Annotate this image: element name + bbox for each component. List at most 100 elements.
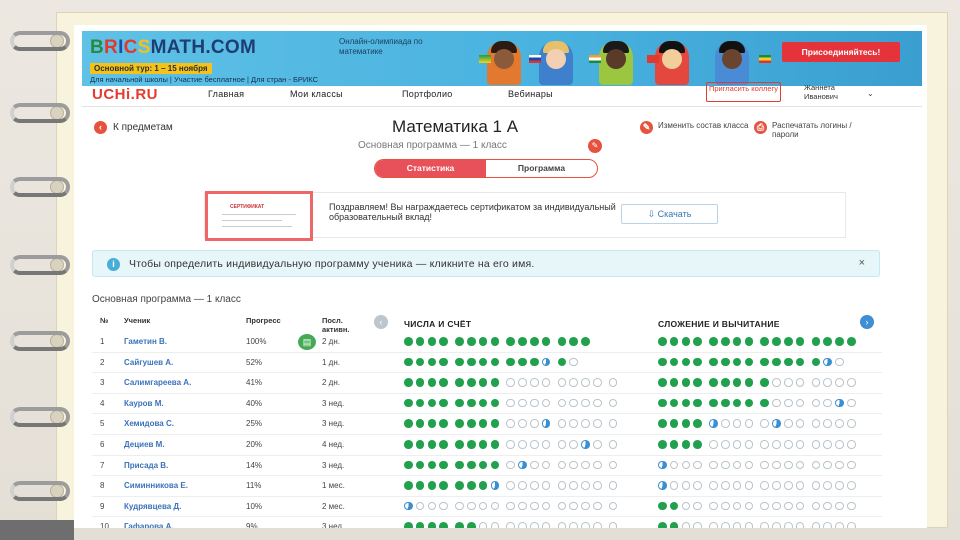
student-name-link[interactable]: Кауров М. (124, 399, 164, 408)
lesson-complete-dot[interactable] (439, 481, 448, 490)
lesson-empty-dot[interactable] (732, 501, 742, 511)
lesson-empty-dot[interactable] (518, 481, 527, 490)
lesson-empty-dot[interactable] (518, 440, 527, 449)
lesson-complete-dot[interactable] (467, 440, 476, 449)
lesson-complete-dot[interactable] (455, 419, 464, 428)
lesson-complete-dot[interactable] (669, 337, 679, 346)
lesson-complete-dot[interactable] (404, 378, 413, 387)
lesson-partial-dot[interactable] (518, 460, 527, 470)
lesson-empty-dot[interactable] (744, 522, 754, 528)
lesson-complete-dot[interactable] (415, 440, 425, 449)
lesson-empty-dot[interactable] (811, 440, 821, 449)
nav-item-my-classes[interactable]: Мои классы (290, 89, 343, 99)
student-name-link[interactable]: Гаметин В. (124, 337, 167, 346)
bricsmath-banner[interactable]: BRICSMATH.COM Онлайн-олимпиада по матема… (82, 31, 922, 86)
lesson-empty-dot[interactable] (593, 460, 602, 470)
lesson-complete-dot[interactable] (530, 337, 539, 346)
lesson-empty-dot[interactable] (478, 522, 488, 528)
lesson-empty-dot[interactable] (823, 460, 832, 470)
lesson-empty-dot[interactable] (593, 501, 602, 511)
lesson-complete-dot[interactable] (784, 357, 793, 367)
lesson-complete-dot[interactable] (658, 398, 667, 408)
lesson-complete-dot[interactable] (490, 378, 500, 387)
student-name-link[interactable]: Присада В. (124, 461, 168, 470)
lesson-complete-dot[interactable] (478, 481, 488, 490)
nav-item-portfolio[interactable]: Портфолио (402, 89, 453, 99)
back-to-subjects-link[interactable]: ‹ К предметам (94, 121, 173, 134)
lesson-complete-dot[interactable] (693, 419, 702, 428)
lesson-complete-dot[interactable] (681, 398, 691, 408)
student-name-link[interactable]: Салимгареева А. (124, 378, 191, 387)
lesson-complete-dot[interactable] (404, 440, 413, 449)
lesson-empty-dot[interactable] (721, 440, 730, 449)
lesson-empty-dot[interactable] (721, 481, 730, 490)
lesson-complete-dot[interactable] (721, 398, 730, 408)
lesson-complete-dot[interactable] (478, 337, 488, 346)
lesson-partial-dot[interactable] (835, 398, 844, 408)
lesson-complete-dot[interactable] (744, 357, 754, 367)
lesson-empty-dot[interactable] (784, 440, 793, 449)
lesson-empty-dot[interactable] (506, 460, 515, 470)
lesson-complete-dot[interactable] (439, 460, 448, 470)
lesson-complete-dot[interactable] (709, 337, 718, 346)
lesson-empty-dot[interactable] (823, 522, 832, 528)
lesson-complete-dot[interactable] (681, 440, 691, 449)
lesson-empty-dot[interactable] (490, 501, 500, 511)
lesson-complete-dot[interactable] (415, 419, 425, 428)
lesson-empty-dot[interactable] (709, 440, 718, 449)
lesson-empty-dot[interactable] (835, 419, 844, 428)
lesson-empty-dot[interactable] (835, 440, 844, 449)
lesson-empty-dot[interactable] (835, 522, 844, 528)
lesson-complete-dot[interactable] (847, 337, 856, 346)
lesson-empty-dot[interactable] (608, 398, 618, 408)
lesson-empty-dot[interactable] (795, 481, 805, 490)
lesson-empty-dot[interactable] (518, 522, 527, 528)
lesson-complete-dot[interactable] (811, 357, 821, 367)
lesson-empty-dot[interactable] (557, 398, 567, 408)
lesson-empty-dot[interactable] (835, 501, 844, 511)
lesson-complete-dot[interactable] (658, 501, 667, 511)
lesson-empty-dot[interactable] (795, 419, 805, 428)
lesson-empty-dot[interactable] (835, 460, 844, 470)
lesson-empty-dot[interactable] (569, 481, 578, 490)
lesson-complete-dot[interactable] (439, 378, 448, 387)
lesson-empty-dot[interactable] (569, 357, 578, 367)
lesson-empty-dot[interactable] (760, 460, 769, 470)
lesson-empty-dot[interactable] (847, 522, 856, 528)
lesson-empty-dot[interactable] (530, 501, 539, 511)
user-menu[interactable]: Жаннета Иванович (804, 83, 838, 101)
lesson-empty-dot[interactable] (823, 398, 832, 408)
lesson-complete-dot[interactable] (669, 522, 679, 528)
lesson-empty-dot[interactable] (569, 501, 578, 511)
lesson-empty-dot[interactable] (811, 419, 821, 428)
lesson-empty-dot[interactable] (593, 440, 602, 449)
lesson-complete-dot[interactable] (709, 378, 718, 387)
lesson-empty-dot[interactable] (760, 522, 769, 528)
lesson-empty-dot[interactable] (541, 440, 551, 449)
lesson-empty-dot[interactable] (518, 378, 527, 387)
lesson-empty-dot[interactable] (506, 501, 515, 511)
lesson-empty-dot[interactable] (530, 419, 539, 428)
lesson-complete-dot[interactable] (404, 419, 413, 428)
lesson-empty-dot[interactable] (847, 378, 856, 387)
lesson-empty-dot[interactable] (784, 419, 793, 428)
lesson-empty-dot[interactable] (823, 419, 832, 428)
lesson-empty-dot[interactable] (784, 522, 793, 528)
lesson-complete-dot[interactable] (772, 357, 781, 367)
lesson-empty-dot[interactable] (530, 460, 539, 470)
lesson-complete-dot[interactable] (467, 337, 476, 346)
lesson-complete-dot[interactable] (427, 440, 437, 449)
lesson-empty-dot[interactable] (709, 501, 718, 511)
lesson-partial-dot[interactable] (823, 357, 832, 367)
lesson-empty-dot[interactable] (784, 481, 793, 490)
lesson-empty-dot[interactable] (823, 378, 832, 387)
lesson-empty-dot[interactable] (415, 501, 425, 511)
lesson-empty-dot[interactable] (795, 398, 805, 408)
lesson-complete-dot[interactable] (721, 357, 730, 367)
lesson-partial-dot[interactable] (581, 440, 590, 449)
lesson-empty-dot[interactable] (530, 440, 539, 449)
lesson-complete-dot[interactable] (439, 440, 448, 449)
lesson-empty-dot[interactable] (784, 501, 793, 511)
lesson-empty-dot[interactable] (693, 481, 702, 490)
lesson-empty-dot[interactable] (681, 522, 691, 528)
